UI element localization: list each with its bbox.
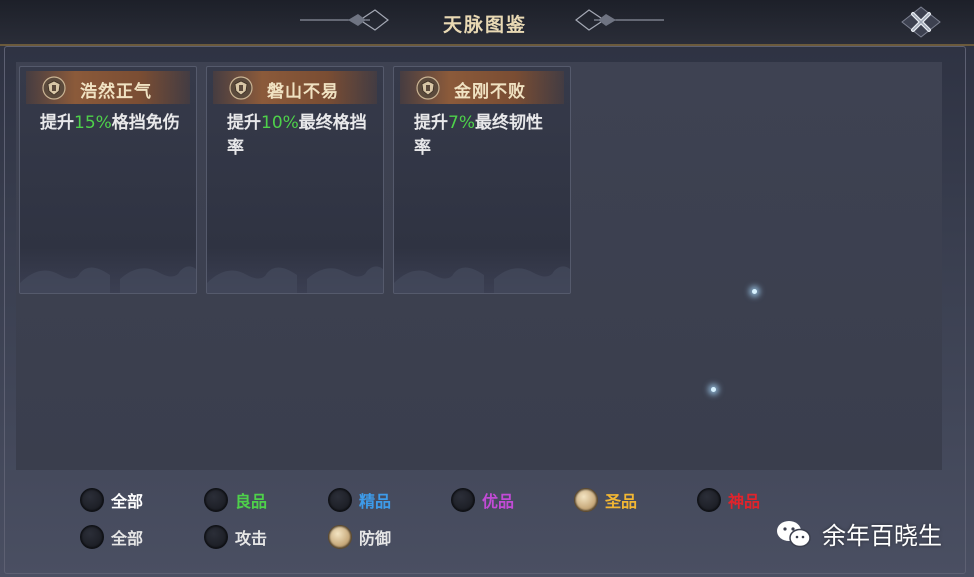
card-description: 提升15%格挡免伤 [40, 111, 180, 136]
card-title: 浩然正气 [80, 82, 152, 102]
filter-quality-holy[interactable]: 圣品 [574, 487, 637, 513]
filter-label: 神品 [728, 492, 761, 511]
desc-percent: 7% [448, 113, 475, 133]
wave-decoration-icon [394, 266, 570, 293]
desc-prefix: 提升 [414, 113, 448, 133]
card-title: 金刚不败 [454, 82, 526, 102]
radio-button[interactable] [80, 488, 104, 512]
meridian-card[interactable]: 金刚不败 提升7%最终韧性率 [393, 66, 571, 294]
filter-label: 全部 [111, 529, 144, 548]
filter-type-defense[interactable]: 防御 [328, 524, 391, 550]
filter-label: 良品 [235, 492, 268, 511]
desc-percent: 15% [74, 113, 112, 133]
quality-filter-row: 全部 良品 精品 优品 圣品 神品 [80, 487, 780, 513]
filter-type-attack[interactable]: 攻击 [204, 524, 267, 550]
desc-percent: 10% [261, 113, 299, 133]
tianmai-codex-window: 天脉图鉴 浩然正气 提升15%格挡免伤 磐山不易 提升10%最终格挡率 金刚不败… [0, 0, 974, 577]
sparkle-particle [752, 289, 757, 294]
filter-quality-good[interactable]: 良品 [204, 487, 267, 513]
type-filter-row: 全部 攻击 防御 [80, 524, 420, 550]
shield-badge-icon [229, 76, 253, 100]
radio-button-selected[interactable] [328, 525, 352, 549]
watermark-text: 余年百晓生 [822, 522, 942, 550]
radio-button[interactable] [697, 488, 721, 512]
card-description: 提升7%最终韧性率 [414, 111, 554, 161]
card-description: 提升10%最终格挡率 [227, 111, 367, 161]
filter-label: 防御 [359, 529, 392, 548]
radio-button[interactable] [328, 488, 352, 512]
filter-quality-superior[interactable]: 优品 [451, 487, 514, 513]
meridian-card[interactable]: 磐山不易 提升10%最终格挡率 [206, 66, 384, 294]
meridian-card[interactable]: 浩然正气 提升15%格挡免伤 [19, 66, 197, 294]
shield-badge-icon [42, 76, 66, 100]
wechat-icon [777, 520, 811, 547]
close-button[interactable] [900, 5, 942, 39]
radio-button[interactable] [80, 525, 104, 549]
filter-label: 精品 [359, 492, 392, 511]
close-x-icon [901, 6, 941, 38]
radio-button-selected[interactable] [574, 488, 598, 512]
title-ornament-right-icon [575, 9, 664, 31]
card-header: 浩然正气 [26, 71, 190, 104]
radio-button[interactable] [204, 488, 228, 512]
radio-button[interactable] [204, 525, 228, 549]
filter-quality-all[interactable]: 全部 [80, 487, 143, 513]
filter-label: 圣品 [605, 492, 638, 511]
card-header: 磐山不易 [213, 71, 377, 104]
sparkle-particle [711, 387, 716, 392]
card-header: 金刚不败 [400, 71, 564, 104]
shield-badge-icon [416, 76, 440, 100]
card-title: 磐山不易 [267, 82, 339, 102]
filter-type-all[interactable]: 全部 [80, 524, 143, 550]
desc-prefix: 提升 [227, 113, 261, 133]
desc-suffix: 格挡免伤 [111, 113, 180, 133]
filter-label: 全部 [111, 492, 144, 511]
filter-label: 攻击 [235, 529, 268, 548]
wave-decoration-icon [20, 266, 196, 293]
radio-button[interactable] [451, 488, 475, 512]
title-bar: 天脉图鉴 [0, 0, 974, 46]
desc-prefix: 提升 [40, 113, 74, 133]
filter-quality-divine[interactable]: 神品 [697, 487, 760, 513]
filter-quality-fine[interactable]: 精品 [328, 487, 391, 513]
wave-decoration-icon [207, 266, 383, 293]
filter-label: 优品 [482, 492, 515, 511]
watermark: 余年百晓生 [776, 516, 942, 551]
